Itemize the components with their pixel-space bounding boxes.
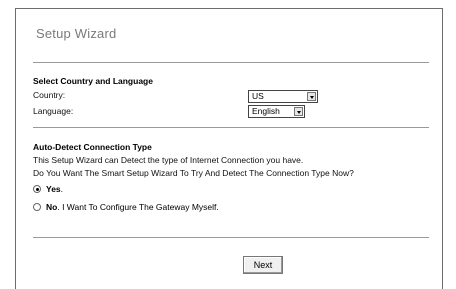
radio-no[interactable] xyxy=(33,203,41,211)
country-label: Country: xyxy=(33,90,66,100)
radio-yes[interactable] xyxy=(33,185,41,193)
language-select-value: English xyxy=(252,106,280,116)
country-language-heading: Select Country and Language xyxy=(33,76,153,86)
language-select[interactable]: English xyxy=(248,105,305,118)
option-no[interactable]: No. I Want To Configure The Gateway Myse… xyxy=(33,202,219,212)
country-select[interactable]: US xyxy=(248,90,318,103)
chevron-down-icon[interactable] xyxy=(307,92,316,101)
setup-wizard-panel: Setup Wizard Select Country and Language… xyxy=(15,8,443,289)
divider xyxy=(33,62,429,63)
autodetect-description: This Setup Wizard can Detect the type of… xyxy=(33,155,304,165)
next-button[interactable]: Next xyxy=(243,256,283,274)
autodetect-heading: Auto-Detect Connection Type xyxy=(33,142,152,152)
chevron-down-icon[interactable] xyxy=(294,107,303,116)
language-label: Language: xyxy=(33,106,74,116)
option-yes-suffix: . xyxy=(60,184,64,194)
option-yes[interactable]: Yes. xyxy=(33,184,63,194)
option-no-label: No xyxy=(46,202,58,212)
country-select-value: US xyxy=(252,91,264,101)
divider xyxy=(33,127,429,128)
page-title: Setup Wizard xyxy=(36,26,117,41)
autodetect-question: Do You Want The Smart Setup Wizard To Tr… xyxy=(33,168,354,178)
option-yes-label: Yes xyxy=(46,184,61,194)
option-no-suffix: . I Want To Configure The Gateway Myself… xyxy=(57,202,219,212)
divider xyxy=(33,237,429,238)
